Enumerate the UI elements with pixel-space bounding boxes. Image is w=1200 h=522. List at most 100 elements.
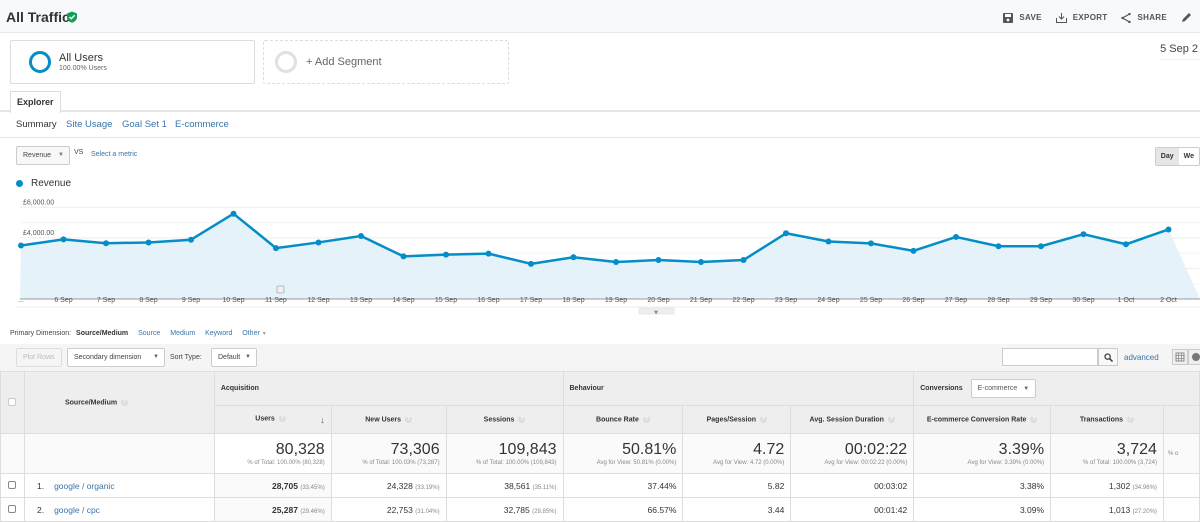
segment-name: All Users: [59, 52, 104, 64]
secondary-dimension-dropdown[interactable]: Secondary dimension ▼: [67, 348, 165, 367]
column-header-pages-session[interactable]: Pages/Session?: [682, 405, 792, 434]
legend-label: Revenue: [31, 178, 72, 189]
explorer-subnav: Summary Site Usage Goal Set 1 E-commerce: [0, 112, 1200, 138]
column-header-avg-session-duration[interactable]: Avg. Session Duration?: [790, 405, 915, 434]
cell-transactions: 1,302 (34.96%): [1050, 473, 1164, 498]
total-value: 4.72: [753, 441, 785, 458]
conversion-type-dropdown[interactable]: E-commerce ▼: [970, 379, 1037, 398]
data-point: [655, 257, 662, 264]
help-icon[interactable]: ?: [405, 415, 413, 423]
table-view-button[interactable]: [1172, 349, 1188, 365]
segment-subtitle: 100.00% Users: [59, 65, 107, 72]
metric-dropdown-value: Revenue: [23, 152, 52, 159]
column-header-transactions[interactable]: Transactions?: [1050, 405, 1164, 434]
search-button[interactable]: [1098, 348, 1118, 366]
cell-pct: (33.19%): [415, 484, 440, 491]
row-checkbox[interactable]: [8, 504, 17, 513]
x-tick-label: 29 Sep: [1030, 297, 1052, 304]
primary-dimension-label: Primary Dimension:: [10, 330, 72, 337]
x-tick-label: ...: [18, 297, 24, 304]
export-button[interactable]: EXPORT: [1055, 12, 1108, 23]
dimension-header-label: Source/Medium: [64, 399, 118, 407]
x-tick-label: 8 Sep: [139, 297, 157, 304]
period-day-button[interactable]: Day: [1155, 148, 1179, 165]
data-point: [60, 236, 67, 243]
subnav-summary[interactable]: Summary: [16, 119, 57, 130]
cell-pct: (33.45%): [300, 484, 325, 491]
column-header-users[interactable]: Users? ↓: [213, 405, 332, 434]
dimension-source-medium[interactable]: Source/Medium: [76, 330, 128, 337]
conversions-group-header: Conversions E-commerce ▼: [913, 371, 1200, 406]
totals-empty-cell: [23, 433, 215, 474]
sort-type-dropdown[interactable]: Default ▼: [211, 348, 257, 367]
dimension-header[interactable]: Source/Medium?: [23, 371, 215, 434]
subnav-site-usage[interactable]: Site Usage: [66, 119, 112, 130]
chevron-down-icon: ▼: [654, 310, 658, 316]
cell-pct: (35.11%): [532, 484, 557, 491]
row-dimension-link[interactable]: google / cpc: [54, 505, 100, 515]
metric-dropdown[interactable]: Revenue ▼: [16, 146, 70, 165]
select-metric-link[interactable]: Select a metric: [91, 151, 137, 158]
dimension-other-label: Other: [242, 330, 260, 337]
x-tick-label: 30 Sep: [1072, 297, 1094, 304]
dimension-keyword[interactable]: Keyword: [205, 330, 232, 337]
dimension-source[interactable]: Source: [138, 330, 160, 337]
table-search-input[interactable]: [1002, 348, 1098, 366]
segment-ring-icon: [275, 51, 297, 73]
help-icon[interactable]: ?: [887, 415, 895, 423]
report-tabs: Explorer: [0, 90, 1200, 113]
cell-new-users: 24,328 (33.19%): [330, 473, 447, 498]
total-sub: % of Total: 100.00% (3,724): [1083, 460, 1157, 466]
segment-all-users[interactable]: All Users 100.00% Users: [10, 40, 255, 84]
row-dimension-cell: 1. google / organic: [23, 473, 215, 498]
column-header-ecommerce-conversion-rate[interactable]: E-commerce Conversion Rate?: [913, 405, 1052, 434]
pie-chart-icon: [1192, 353, 1200, 361]
dimension-medium[interactable]: Medium: [170, 330, 195, 337]
segment-ring-icon: [29, 51, 51, 73]
share-button[interactable]: SHARE: [1121, 12, 1167, 23]
save-button[interactable]: SAVE: [1003, 12, 1041, 23]
help-icon[interactable]: ?: [1127, 415, 1135, 423]
help-icon[interactable]: ?: [518, 415, 526, 423]
help-icon[interactable]: ?: [642, 415, 650, 423]
cell-sessions: 38,561 (35.11%): [445, 473, 564, 498]
total-transactions: 3,724 % of Total: 100.00% (3,724): [1050, 433, 1164, 474]
pie-view-button[interactable]: [1188, 349, 1200, 365]
plot-rows-button[interactable]: Plot Rows: [16, 348, 62, 367]
advanced-filter-link[interactable]: advanced: [1124, 353, 1159, 362]
column-header-new-users[interactable]: New Users?: [330, 405, 447, 434]
help-icon[interactable]: ?: [278, 414, 286, 422]
share-icon: [1121, 12, 1132, 23]
total-users: 80,328 % of Total: 100.00% (80,328): [213, 433, 332, 474]
period-week-button[interactable]: We: [1179, 148, 1199, 165]
total-conversion-rate: 3.39% Avg for View: 3.39% (0.00%): [913, 433, 1052, 474]
help-icon[interactable]: ?: [121, 398, 129, 406]
x-tick-label: 26 Sep: [902, 297, 924, 304]
data-point: [698, 259, 704, 266]
column-header-sessions[interactable]: Sessions?: [445, 405, 564, 434]
data-point: [18, 242, 24, 249]
y-tick-label: £6,000.00: [23, 199, 54, 206]
row-dimension-link[interactable]: google / organic: [54, 481, 115, 491]
add-segment-button[interactable]: + Add Segment: [263, 40, 509, 84]
total-value: 109,843: [498, 441, 557, 458]
column-header-bounce-rate[interactable]: Bounce Rate?: [562, 405, 684, 434]
x-tick-label: 21 Sep: [690, 297, 712, 304]
data-point: [570, 254, 577, 261]
tab-explorer[interactable]: Explorer: [10, 91, 61, 113]
cell-value: 38,561: [504, 480, 531, 491]
primary-dimension-bar: Primary Dimension: Source/Medium Source …: [10, 330, 275, 337]
data-point: [103, 240, 109, 247]
row-checkbox[interactable]: [8, 480, 17, 489]
x-tick-label: 2 Oct: [1160, 297, 1177, 304]
subnav-goal-set-1[interactable]: Goal Set 1: [122, 119, 167, 130]
help-icon[interactable]: ?: [760, 415, 768, 423]
edit-button[interactable]: [1181, 12, 1198, 23]
help-icon[interactable]: ?: [1030, 415, 1038, 423]
select-all-checkbox[interactable]: [8, 397, 17, 406]
dimension-other[interactable]: Other ▼: [242, 330, 266, 337]
subnav-ecommerce[interactable]: E-commerce: [175, 119, 229, 130]
x-tick-label: 27 Sep: [945, 297, 967, 304]
column-label: Sessions: [483, 416, 515, 424]
date-range-picker[interactable]: 5 Sep 2: [1160, 43, 1200, 60]
